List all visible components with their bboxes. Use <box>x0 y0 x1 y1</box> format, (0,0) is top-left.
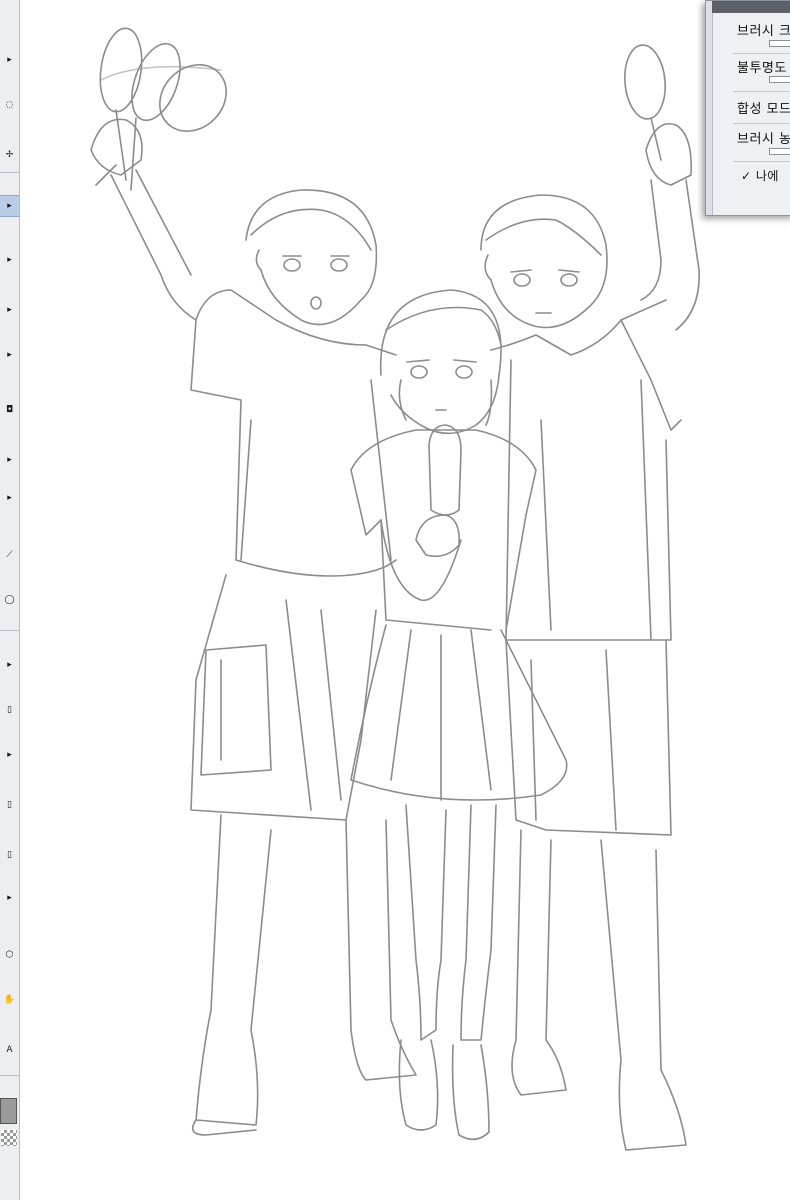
tool-gradient-icon[interactable]: ▸ <box>0 655 19 675</box>
tool-brush-icon[interactable]: ▸ <box>0 300 19 320</box>
toolbar-separator <box>0 630 19 631</box>
opacity-slider[interactable] <box>769 76 790 83</box>
panel-body: 브러시 크 불투명도 합성 모드 브러시 농 ✓ 나에 <box>712 13 790 215</box>
main-color-swatch[interactable] <box>0 1098 17 1124</box>
brush-density-slider[interactable] <box>769 148 790 155</box>
tool-correct-icon[interactable]: ▸ <box>0 888 19 908</box>
tool-fill-icon[interactable]: ◘ <box>0 400 19 420</box>
panel-divider <box>733 123 790 124</box>
tool-hand-icon[interactable]: ✋ <box>0 990 19 1010</box>
toolbar-separator <box>0 1075 19 1076</box>
tool-ellipse-icon[interactable]: ◯ <box>0 590 19 610</box>
toolbar-separator <box>0 172 19 173</box>
tool-blend-icon[interactable]: ▸ <box>0 450 19 470</box>
brush-size-slider[interactable] <box>769 40 790 47</box>
panel-titlebar[interactable] <box>712 1 790 13</box>
brush-property-panel: 브러시 크 불투명도 합성 모드 브러시 농 ✓ 나에 <box>705 0 790 216</box>
tool-pencil-icon[interactable]: ▸ <box>0 250 19 270</box>
panel-divider <box>733 161 790 162</box>
transparent-color-swatch[interactable] <box>1 1130 17 1146</box>
brush-size-label: 브러시 크 <box>737 24 790 39</box>
tool-frame-icon[interactable]: ▯ <box>0 700 19 720</box>
sketch-artwork <box>90 27 700 1151</box>
tool-zoom-icon[interactable]: ⬡ <box>0 945 19 965</box>
brush-density-label: 브러시 농 <box>737 132 790 147</box>
blend-mode-label: 합성 모드 <box>737 102 790 117</box>
panel-divider <box>733 91 790 92</box>
tool-ruler-icon[interactable]: ▸ <box>0 745 19 765</box>
tool-pen-icon[interactable]: ▸ <box>0 195 19 217</box>
tool-panel-icon[interactable]: ▯ <box>0 795 19 815</box>
tool-text-icon[interactable]: A <box>0 1040 19 1060</box>
tool-move-icon[interactable]: ✢ <box>0 145 19 165</box>
panel-divider <box>733 53 790 54</box>
tool-balloon-icon[interactable]: ▯ <box>0 845 19 865</box>
tool-eyedropper-icon[interactable]: ⟋ <box>0 545 19 565</box>
tool-eraser-icon[interactable]: ▸ <box>0 488 19 508</box>
tool-airbrush-icon[interactable]: ▸ <box>0 345 19 365</box>
drawing-canvas[interactable] <box>21 0 790 1200</box>
panel-checkbox-label[interactable]: ✓ 나에 <box>741 167 779 184</box>
tool-expand-icon[interactable]: ▸ <box>0 50 19 70</box>
tool-lasso-icon[interactable]: ◌ <box>0 95 19 115</box>
tool-bar: ▸ ◌ ✢ ▸ ▸ ▸ ▸ ◘ ▸ ▸ ⟋ ◯ ▸ ▯ ▸ ▯ ▯ ▸ ⬡ ✋ A <box>0 0 20 1200</box>
opacity-label: 불투명도 <box>737 61 787 76</box>
